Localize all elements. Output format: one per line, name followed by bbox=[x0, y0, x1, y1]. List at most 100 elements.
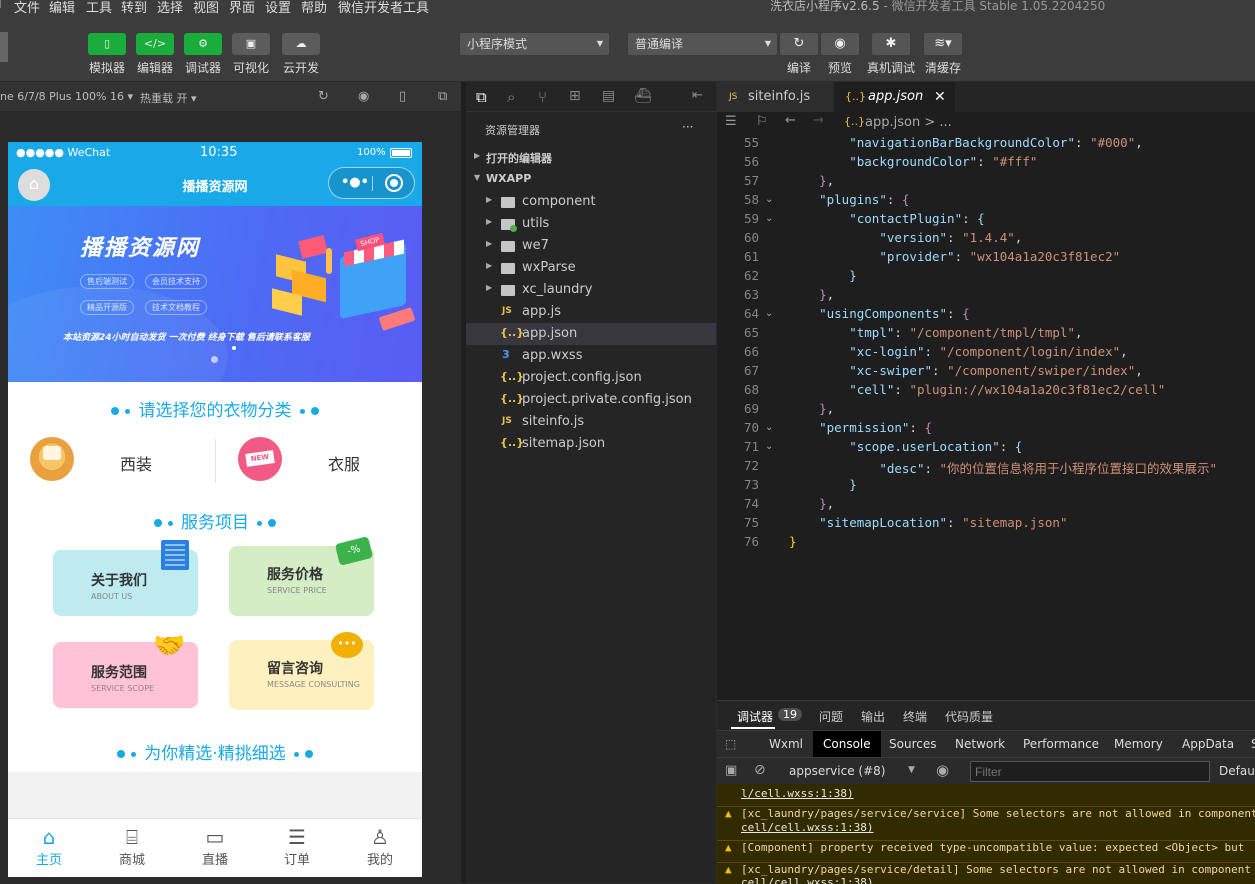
tab-network[interactable]: Network bbox=[955, 737, 1005, 751]
reload-icon[interactable]: ↻ bbox=[318, 89, 329, 104]
tab-sources[interactable]: Sources bbox=[889, 737, 936, 751]
file-app-json[interactable]: {..} app.json bbox=[466, 323, 716, 345]
device-select[interactable]: ne 6/7/8 Plus 100% 16 ▾ bbox=[0, 90, 133, 103]
file-project-private-config[interactable]: {..} project.private.config.json bbox=[466, 389, 716, 411]
menu-interface[interactable]: 界面 bbox=[229, 0, 255, 14]
hot-reload-toggle[interactable]: 热重载 开 ▾ bbox=[140, 90, 197, 106]
fold-chevron-icon[interactable]: ⌄ bbox=[765, 213, 773, 224]
service-card-price[interactable]: 服务价格 SERVICE PRICE -% bbox=[229, 536, 374, 616]
fold-chevron-icon[interactable]: ⌄ bbox=[765, 194, 773, 205]
list-icon[interactable]: ☰ bbox=[725, 114, 737, 129]
close-icon[interactable]: ✕ bbox=[934, 82, 946, 112]
remote-debug-button[interactable]: ✱ bbox=[872, 33, 910, 55]
tab-appdata[interactable]: AppData bbox=[1182, 737, 1234, 751]
tab-home[interactable]: ⌂ 主页 bbox=[8, 819, 90, 868]
tab-mine[interactable]: ♙ 我的 bbox=[339, 819, 421, 868]
folder-wxparse[interactable]: ▶ wxParse bbox=[466, 257, 716, 279]
banner-swiper[interactable]: 播播资源网 售后端测试 会员技术支持 精品开源版 技术文档教程 本站资源24小时… bbox=[8, 206, 422, 382]
fold-chevron-icon[interactable]: ⌄ bbox=[765, 422, 773, 433]
inspect-icon[interactable]: ⬚ bbox=[725, 737, 736, 751]
swiper-dot[interactable] bbox=[211, 356, 218, 363]
avatar[interactable] bbox=[0, 32, 8, 62]
git-icon[interactable]: ⑂ bbox=[538, 88, 547, 106]
file-siteinfo-js[interactable]: JS siteinfo.js bbox=[466, 411, 716, 433]
tab-terminal[interactable]: 终端 bbox=[903, 708, 927, 725]
tab-memory[interactable]: Memory bbox=[1114, 737, 1163, 751]
more-icon[interactable]: ··· bbox=[682, 120, 693, 134]
search-icon[interactable]: ⌕ bbox=[507, 88, 515, 106]
tab-output[interactable]: 输出 bbox=[861, 708, 885, 725]
tab-live[interactable]: ▭ 直播 bbox=[174, 819, 256, 868]
folder-xc-laundry[interactable]: ▶ xc_laundry bbox=[466, 279, 716, 301]
folder-we7[interactable]: ▶ we7 bbox=[466, 235, 716, 257]
outline-icon[interactable]: ▤ bbox=[602, 88, 615, 104]
menu-file[interactable]: 文件 bbox=[14, 0, 40, 14]
compile-button[interactable]: ↻ bbox=[780, 33, 818, 55]
fold-chevron-icon[interactable]: ⌄ bbox=[765, 308, 773, 319]
menu-view[interactable]: 视图 bbox=[193, 0, 219, 14]
eye-icon[interactable]: ◉ bbox=[936, 761, 949, 779]
menu-tools[interactable]: 工具 bbox=[86, 0, 112, 14]
fold-chevron-icon[interactable]: ⌄ bbox=[765, 441, 773, 452]
visual-toggle-button[interactable]: ▣ bbox=[232, 33, 270, 55]
folder-component[interactable]: ▶ component bbox=[466, 191, 716, 213]
compile-select[interactable]: 普通编译 ▼ bbox=[628, 33, 777, 55]
context-select[interactable]: appservice (#8) bbox=[789, 764, 885, 778]
tab-store[interactable]: ⌸ 商城 bbox=[91, 819, 173, 868]
log-level-select[interactable]: Default bbox=[1219, 764, 1255, 778]
file-app-wxss[interactable]: 3 app.wxss bbox=[466, 345, 716, 367]
docker-icon[interactable]: ⛴ bbox=[634, 88, 652, 104]
cloud-button[interactable]: ☁ bbox=[282, 33, 320, 55]
file-sitemap-json[interactable]: {..} sitemap.json bbox=[466, 433, 716, 455]
stop-icon[interactable]: ◉ bbox=[358, 89, 369, 104]
popout-icon[interactable]: ⧉ bbox=[438, 89, 447, 104]
menu-devtools[interactable]: 微信开发者工具 bbox=[338, 0, 429, 14]
back-arrow-icon[interactable]: ← bbox=[785, 113, 796, 128]
folder-utils[interactable]: ▶ utils bbox=[466, 213, 716, 235]
preview-button[interactable]: ◉ bbox=[821, 33, 859, 55]
service-card-message[interactable]: 留言咨询 MESSAGE CONSULTING ••• bbox=[229, 632, 374, 710]
mode-select[interactable]: 小程序模式 ▼ bbox=[460, 33, 609, 55]
sidebar-toggle-icon[interactable]: ▣ bbox=[725, 763, 737, 778]
tab-console[interactable]: Console bbox=[813, 731, 881, 757]
more-icon[interactable]: •●• bbox=[341, 175, 369, 190]
tab-orders[interactable]: ☰ 订单 bbox=[256, 819, 338, 868]
files-icon[interactable]: ⧉ bbox=[476, 88, 487, 106]
close-miniprogram-icon[interactable] bbox=[385, 174, 403, 192]
console-filter-input[interactable] bbox=[970, 761, 1210, 782]
open-editors-section[interactable]: ▶ 打开的编辑器 bbox=[466, 147, 716, 169]
tab-debugger[interactable]: 调试器 bbox=[737, 708, 773, 725]
clear-cache-button[interactable]: ≋▾ bbox=[924, 33, 962, 55]
file-app-js[interactable]: JS app.js bbox=[466, 301, 716, 323]
category-clothes[interactable]: NEW 衣服 bbox=[216, 437, 422, 487]
code-line: "tmpl": "/component/tmpl/tmpl", bbox=[849, 325, 1083, 340]
menu-edit[interactable]: 编辑 bbox=[49, 0, 75, 14]
debugger-toggle-button[interactable]: ⚙ bbox=[184, 33, 222, 55]
extensions-icon[interactable]: ⊞ bbox=[569, 88, 581, 104]
wxapp-root[interactable]: ▼ WXAPP bbox=[466, 169, 716, 191]
forward-arrow-icon[interactable]: → bbox=[813, 113, 824, 128]
menu-settings[interactable]: 设置 bbox=[265, 0, 291, 14]
menu-help[interactable]: 帮助 bbox=[301, 0, 327, 14]
tab-problems[interactable]: 问题 bbox=[819, 708, 843, 725]
menu-goto[interactable]: 转到 bbox=[121, 0, 147, 14]
breadcrumb-path[interactable]: app.json > ... bbox=[865, 115, 952, 130]
tab-siteinfo-js[interactable]: JS siteinfo.js bbox=[717, 82, 834, 112]
tab-wxml[interactable]: Wxml bbox=[769, 737, 803, 751]
tab-app-json[interactable]: {..} app.json ✕ bbox=[835, 82, 955, 112]
editor-toggle-button[interactable]: </> bbox=[136, 33, 174, 55]
collapse-panel-icon[interactable]: ⇤ bbox=[692, 88, 703, 103]
code-area[interactable]: 55 "navigationBarBackgroundColor": "#000… bbox=[717, 134, 1255, 700]
phone-icon[interactable]: ▯ bbox=[399, 89, 406, 104]
clear-console-icon[interactable]: ⊘ bbox=[754, 762, 766, 778]
category-suit[interactable]: 西装 bbox=[8, 437, 215, 487]
service-card-scope[interactable]: 服务范围 SERVICE SCOPE 🤝 bbox=[53, 632, 198, 708]
bookmark-icon[interactable]: ⚐ bbox=[756, 114, 768, 129]
file-project-config[interactable]: {..} project.config.json bbox=[466, 367, 716, 389]
tab-performance[interactable]: Performance bbox=[1023, 737, 1099, 751]
tab-code-quality[interactable]: 代码质量 bbox=[945, 708, 993, 725]
simulator-toggle-button[interactable]: ▯ bbox=[88, 33, 126, 55]
service-card-about[interactable]: 关于我们 ABOUT US bbox=[53, 540, 198, 616]
tab-more[interactable]: S bbox=[1251, 737, 1255, 751]
menu-select[interactable]: 选择 bbox=[157, 0, 183, 14]
